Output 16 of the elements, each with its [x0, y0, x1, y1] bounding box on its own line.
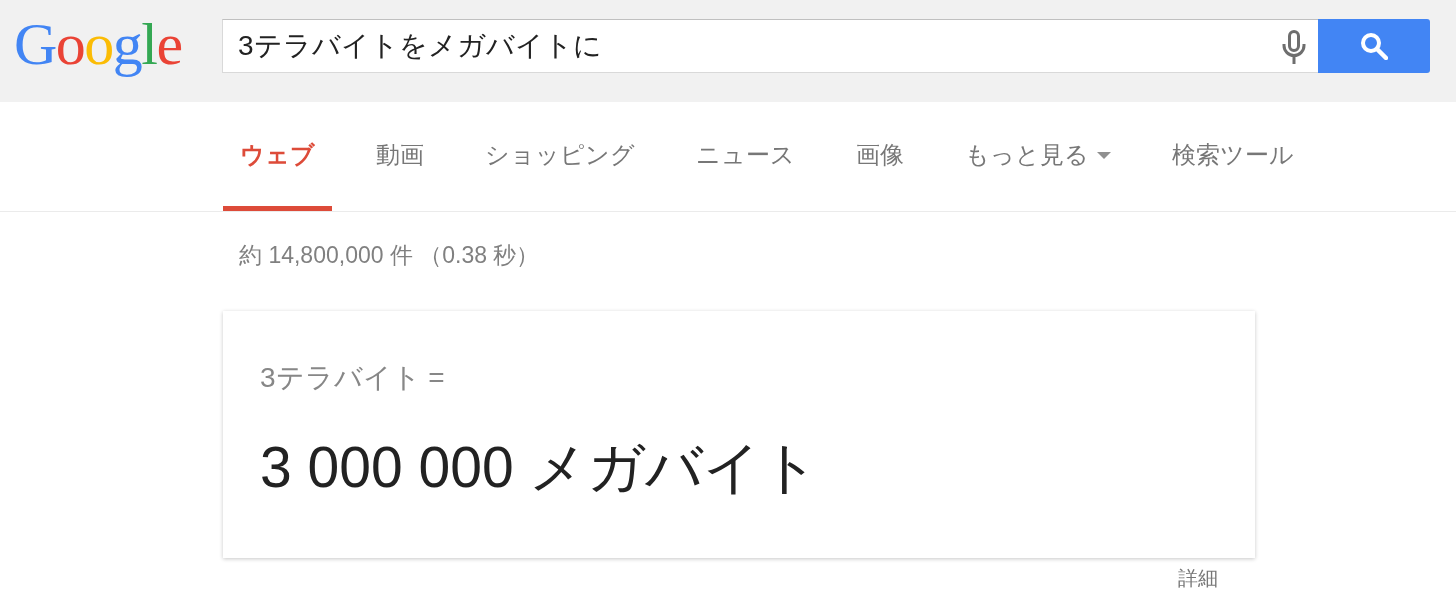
- conversion-result-text: 3 000 000 メガバイト: [260, 434, 821, 501]
- search-tools-button[interactable]: 検索ツール: [1155, 118, 1311, 211]
- caret-icon: [1097, 151, 1111, 159]
- search-tab[interactable]: 動画: [359, 118, 441, 211]
- result-stats-text: 約 14,800,000 件 （0.38 秒）: [239, 241, 541, 269]
- search-tab[interactable]: 画像: [839, 118, 921, 211]
- microphone-icon[interactable]: [1281, 30, 1307, 64]
- search-field[interactable]: 3テラバイトをメガバイトに: [222, 19, 1318, 73]
- search-tab[interactable]: ショッピング: [468, 118, 652, 211]
- search-tab[interactable]: ウェブ: [223, 118, 332, 211]
- conversion-source-text: 3テラバイト =: [260, 361, 446, 395]
- search-tab[interactable]: ニュース: [679, 118, 812, 211]
- details-link[interactable]: 詳細: [1178, 566, 1218, 590]
- search-tab[interactable]: もっと見る: [948, 118, 1128, 211]
- search-icon: [1360, 32, 1388, 60]
- search-button[interactable]: [1318, 19, 1430, 73]
